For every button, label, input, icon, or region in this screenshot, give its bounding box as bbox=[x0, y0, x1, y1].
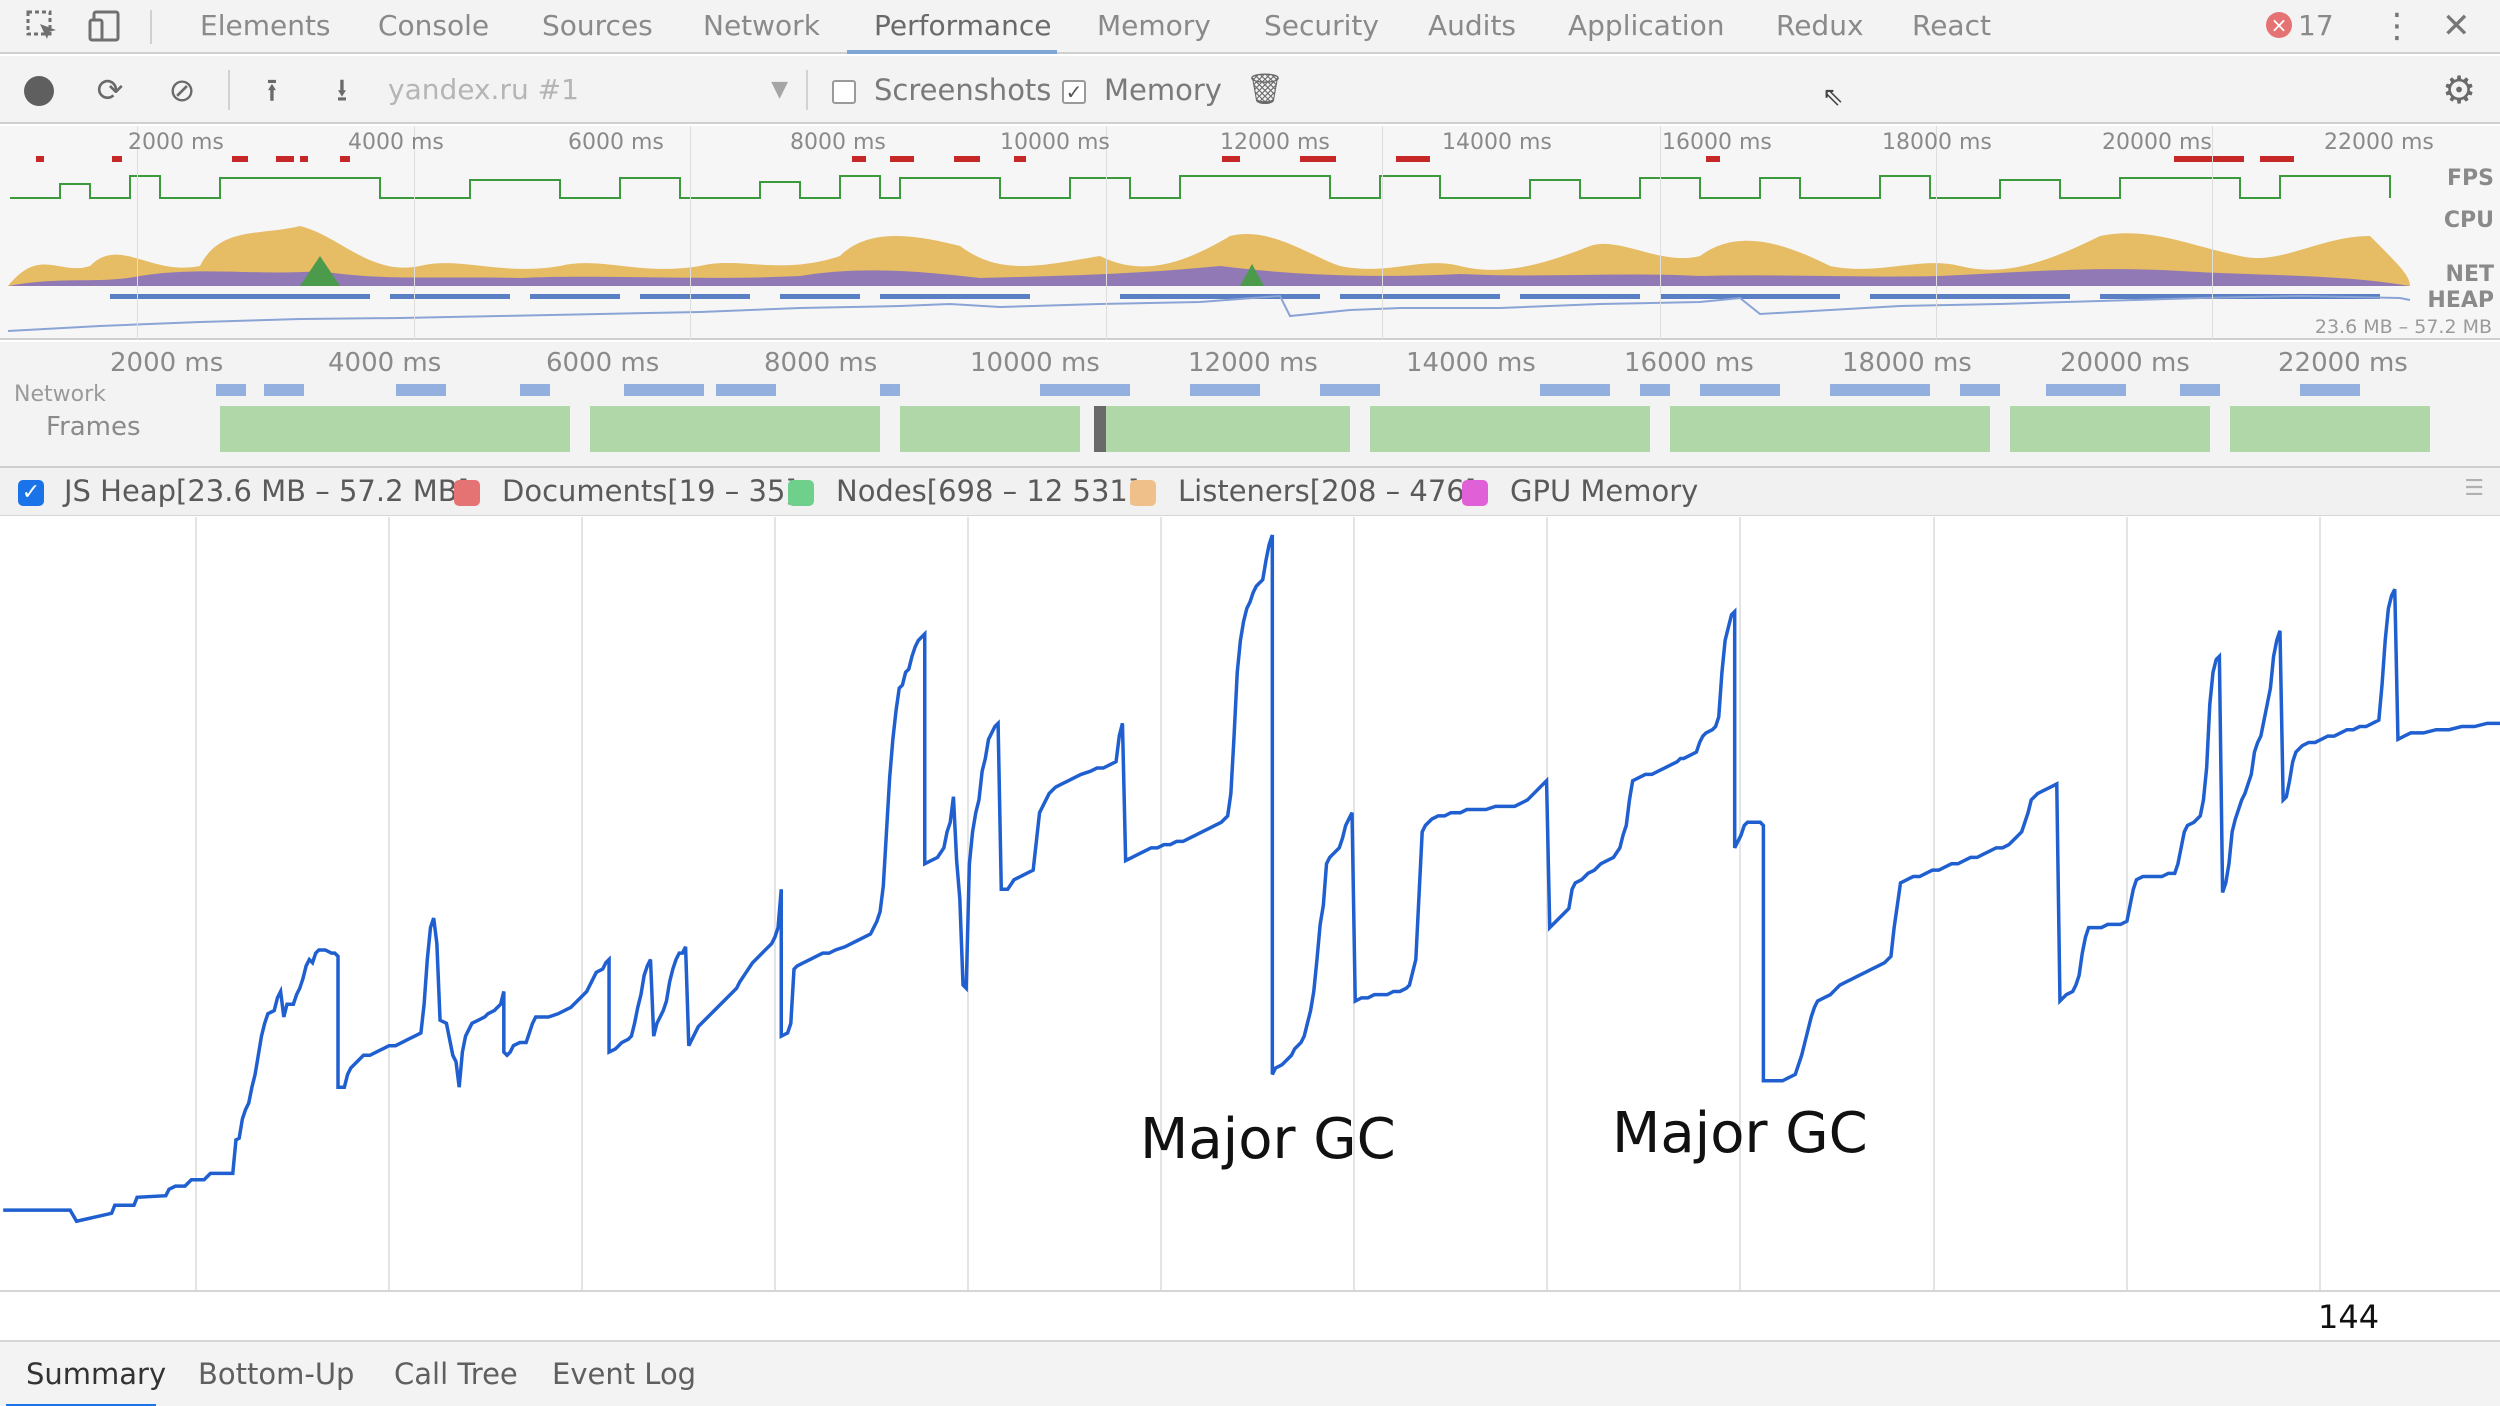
close-icon[interactable]: ✕ bbox=[2442, 4, 2471, 48]
tab-performance[interactable]: Performance bbox=[874, 0, 1051, 54]
nodes-checkbox[interactable] bbox=[788, 480, 814, 506]
grid-line bbox=[1660, 126, 1661, 340]
gpu-memory-checkbox[interactable] bbox=[1462, 480, 1488, 506]
tab-elements[interactable]: Elements bbox=[200, 0, 331, 54]
overview-tick: 10000 ms bbox=[1000, 130, 1110, 155]
grid-line bbox=[1382, 126, 1383, 340]
inspect-element-icon[interactable] bbox=[22, 8, 62, 48]
frames-track-label[interactable]: Frames bbox=[46, 412, 141, 442]
screenshots-checkbox[interactable] bbox=[832, 80, 856, 104]
error-icon[interactable]: × bbox=[2266, 12, 2292, 38]
tab-redux[interactable]: Redux bbox=[1776, 0, 1864, 54]
gear-icon[interactable]: ⚙ bbox=[2442, 68, 2476, 112]
tab-console[interactable]: Console bbox=[378, 0, 489, 54]
tab-network[interactable]: Network bbox=[703, 0, 820, 54]
garbage-collect-icon[interactable]: 🗑 bbox=[1246, 70, 1284, 110]
devtools-window: Elements Console Sources Network Perform… bbox=[0, 0, 2500, 1406]
fps-lane-label: FPS bbox=[2447, 166, 2494, 191]
tabbar-separator bbox=[150, 10, 152, 44]
toolbar-separator bbox=[228, 70, 230, 110]
timeline-ruler[interactable]: 2000 ms 4000 ms 6000 ms 8000 ms 10000 ms… bbox=[0, 342, 2500, 468]
listeners-checkbox[interactable] bbox=[1130, 480, 1156, 506]
save-profile-icon[interactable]: ⭳ bbox=[322, 70, 362, 110]
tab-bottom-up[interactable]: Bottom-Up bbox=[198, 1342, 354, 1406]
grid-line bbox=[1106, 126, 1107, 340]
js-heap-series bbox=[0, 517, 2500, 1291]
js-heap-checkbox[interactable]: ✓ bbox=[18, 480, 44, 506]
grid-line bbox=[1936, 126, 1937, 340]
memory-checkbox[interactable]: ✓ bbox=[1062, 80, 1086, 104]
tab-audits[interactable]: Audits bbox=[1428, 0, 1516, 54]
major-gc-annotation: Major GC bbox=[1140, 1107, 1396, 1172]
memory-label: Memory bbox=[1104, 73, 1222, 107]
reload-record-icon[interactable]: ⟳ bbox=[90, 70, 130, 110]
tab-call-tree[interactable]: Call Tree bbox=[394, 1342, 518, 1406]
resize-handle-icon[interactable]: ☰ bbox=[2464, 478, 2484, 500]
load-profile-icon[interactable]: ⭱ bbox=[252, 70, 292, 110]
network-track-label[interactable]: Network bbox=[14, 382, 106, 407]
profile-select[interactable]: yandex.ru #1 ▼ bbox=[388, 70, 788, 110]
tab-security[interactable]: Security bbox=[1264, 0, 1379, 54]
chevron-down-icon: ▼ bbox=[771, 77, 788, 102]
major-gc-annotation: Major GC bbox=[1612, 1101, 1868, 1166]
net-lane-label: NET bbox=[2445, 262, 2494, 287]
js-heap-chart[interactable]: Major GC Major GC bbox=[0, 517, 2500, 1291]
devtools-tab-bar: Elements Console Sources Network Perform… bbox=[0, 0, 2500, 54]
documents-label[interactable]: Documents[19 – 35] bbox=[502, 468, 797, 516]
cpu-lane-label: CPU bbox=[2443, 208, 2494, 233]
grid-line bbox=[2212, 126, 2213, 340]
active-tab-indicator bbox=[847, 50, 1057, 54]
chart-footer bbox=[0, 1290, 2500, 1340]
overview-tick: 18000 ms bbox=[1882, 130, 1992, 155]
details-tab-bar: Summary Bottom-Up Call Tree Event Log bbox=[0, 1340, 2500, 1406]
listeners-label[interactable]: Listeners[208 – 476] bbox=[1178, 468, 1476, 516]
counters-legend: ✓ JS Heap[23.6 MB – 57.2 MB] Documents[1… bbox=[0, 468, 2500, 516]
overview-tick: 2000 ms bbox=[128, 130, 224, 155]
tab-application[interactable]: Application bbox=[1568, 0, 1724, 54]
overview-tick: 4000 ms bbox=[348, 130, 444, 155]
overview-graphs bbox=[7, 156, 2411, 332]
overview-tick: 8000 ms bbox=[790, 130, 886, 155]
network-and-frames-tracks bbox=[216, 384, 2430, 452]
grid-line bbox=[137, 126, 138, 340]
overview-tick: 14000 ms bbox=[1442, 130, 1552, 155]
overview-tick: 22000 ms bbox=[2324, 130, 2434, 155]
record-button[interactable] bbox=[24, 76, 54, 106]
nodes-label[interactable]: Nodes[698 – 12 531] bbox=[836, 468, 1139, 516]
tab-memory[interactable]: Memory bbox=[1097, 0, 1211, 54]
gpu-memory-label[interactable]: GPU Memory bbox=[1510, 468, 1698, 516]
clear-icon[interactable]: ⊘ bbox=[162, 70, 202, 110]
grid-line bbox=[690, 126, 691, 340]
fps-dropped-frames bbox=[36, 156, 2294, 162]
screenshots-label: Screenshots bbox=[874, 73, 1052, 107]
js-heap-label[interactable]: JS Heap[23.6 MB – 57.2 MB] bbox=[64, 468, 469, 516]
heap-lane-label: HEAP bbox=[2427, 288, 2494, 313]
error-count[interactable]: 17 bbox=[2298, 0, 2334, 52]
toolbar-separator bbox=[806, 70, 808, 110]
profile-select-value: yandex.ru #1 bbox=[388, 73, 579, 106]
overview-tick: 16000 ms bbox=[1662, 130, 1772, 155]
tab-event-log[interactable]: Event Log bbox=[552, 1342, 696, 1406]
grid-line bbox=[414, 126, 415, 340]
performance-toolbar: ⟳ ⊘ ⭱ ⭳ yandex.ru #1 ▼ Screenshots ✓ Mem… bbox=[0, 56, 2500, 124]
heap-range: 23.6 MB – 57.2 MB bbox=[2314, 316, 2492, 338]
documents-checkbox[interactable] bbox=[454, 480, 480, 506]
overview-tick: 12000 ms bbox=[1220, 130, 1330, 155]
footer-value: 144 bbox=[2318, 1298, 2380, 1336]
tab-summary[interactable]: Summary bbox=[26, 1342, 166, 1406]
mouse-cursor-icon: ⇖ bbox=[1822, 82, 1844, 112]
overview-tick: 20000 ms bbox=[2102, 130, 2212, 155]
tab-react[interactable]: React bbox=[1912, 0, 1991, 54]
overview-tick: 6000 ms bbox=[568, 130, 664, 155]
timeline-overview[interactable]: 2000 ms 4000 ms 6000 ms 8000 ms 10000 ms… bbox=[0, 126, 2500, 340]
more-options-icon[interactable]: ⋮ bbox=[2380, 6, 2414, 46]
device-toolbar-icon[interactable] bbox=[86, 8, 126, 48]
tab-sources[interactable]: Sources bbox=[542, 0, 653, 54]
